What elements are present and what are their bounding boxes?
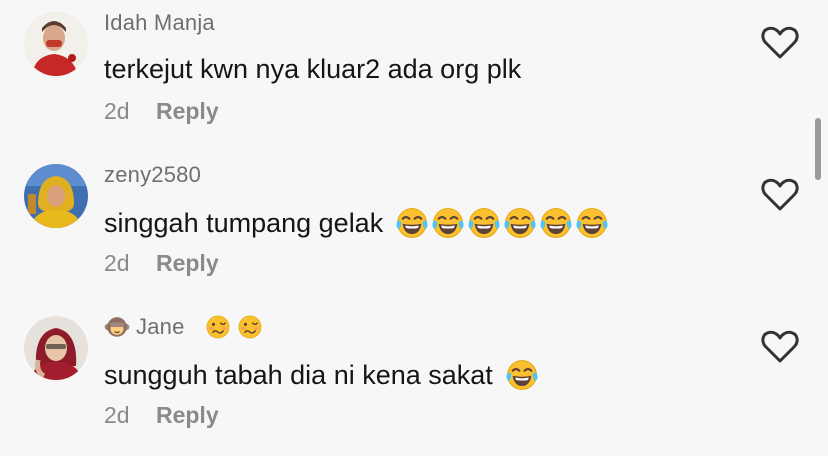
comment-time: 2d (104, 98, 130, 124)
comment-item: Jane sungguh tabah dia ni kena sakat 2d … (0, 304, 828, 456)
comment-username[interactable]: Idah Manja (104, 10, 215, 36)
profile-photo-icon (24, 164, 88, 228)
comment-meta: 2d Reply (104, 250, 219, 277)
username-text: Idah Manja (104, 10, 215, 35)
profile-photo-icon (24, 316, 88, 380)
face-with-tears-of-joy-icon (505, 358, 539, 392)
woozy-face-icon (237, 314, 263, 340)
face-with-tears-of-joy-icon (539, 206, 573, 240)
heart-outline-icon[interactable] (760, 24, 800, 60)
heart-outline-icon[interactable] (760, 176, 800, 212)
comment-text: singgah tumpang gelak (104, 206, 609, 240)
face-with-tears-of-joy-icon (431, 206, 465, 240)
reply-button[interactable]: Reply (156, 250, 219, 276)
comment-username[interactable]: Jane (104, 314, 263, 340)
comment-text-content: singgah tumpang gelak (104, 207, 384, 238)
face-with-tears-of-joy-icon (395, 206, 429, 240)
avatar[interactable] (24, 164, 88, 228)
heart-outline-icon[interactable] (760, 328, 800, 364)
avatar[interactable] (24, 12, 88, 76)
face-with-tears-of-joy-icon (503, 206, 537, 240)
username-text: zeny2580 (104, 162, 202, 187)
comment-text-content: terkejut kwn nya kluar2 ada org plk (104, 54, 522, 84)
profile-photo-icon (24, 12, 88, 76)
comment-item: zeny2580 singgah tumpang gelak 2d Reply (0, 152, 828, 304)
username-text: Jane (136, 314, 185, 339)
comment-text: sungguh tabah dia ni kena sakat (104, 358, 539, 392)
comment-time: 2d (104, 402, 130, 428)
see-no-evil-monkey-icon (104, 314, 130, 340)
comment-time: 2d (104, 250, 130, 276)
scrollbar-thumb[interactable] (815, 118, 821, 180)
woozy-face-icon (205, 314, 231, 340)
avatar[interactable] (24, 316, 88, 380)
comment-meta: 2d Reply (104, 98, 219, 125)
face-with-tears-of-joy-icon (575, 206, 609, 240)
comment-item: Idah Manja terkejut kwn nya kluar2 ada o… (0, 0, 828, 152)
comment-meta: 2d Reply (104, 402, 219, 429)
comment-text-content: sungguh tabah dia ni kena sakat (104, 359, 493, 390)
reply-button[interactable]: Reply (156, 402, 219, 428)
face-with-tears-of-joy-icon (467, 206, 501, 240)
comment-text: terkejut kwn nya kluar2 ada org plk (104, 54, 521, 85)
reply-button[interactable]: Reply (156, 98, 219, 124)
comment-username[interactable]: zeny2580 (104, 162, 201, 188)
